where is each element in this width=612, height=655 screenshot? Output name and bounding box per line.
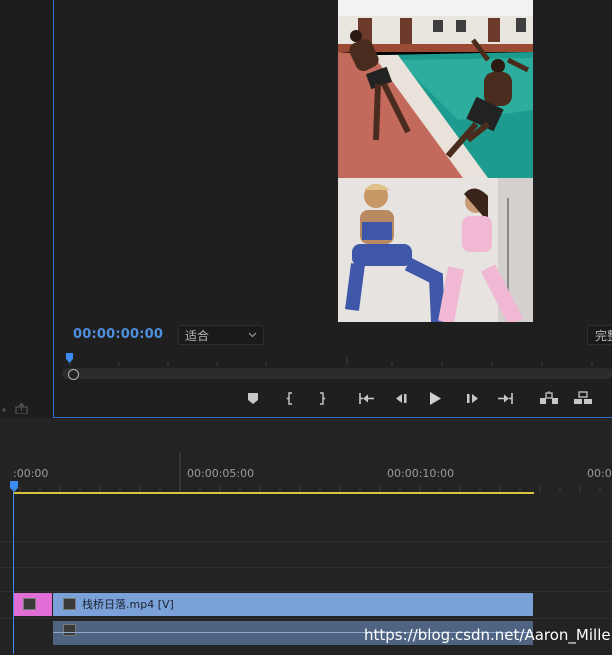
video-clip[interactable]: 栈桥日落.mp4 [V] xyxy=(53,593,533,616)
mark-out-button[interactable] xyxy=(313,389,331,407)
track-divider xyxy=(0,591,612,592)
track-divider xyxy=(0,541,612,542)
extract-button[interactable] xyxy=(573,389,593,407)
mark-out-icon xyxy=(320,391,326,405)
play-button[interactable] xyxy=(426,389,444,407)
fx-badge-icon xyxy=(63,598,76,610)
timeline-playhead-marker[interactable] xyxy=(10,481,18,492)
step-forward-button[interactable] xyxy=(463,389,481,407)
playhead-timecode[interactable]: 00:00:00:00 xyxy=(73,327,163,342)
export-frame-icon[interactable] xyxy=(14,402,28,414)
monitor-scrub-bar[interactable] xyxy=(62,368,612,379)
settings-icon[interactable] xyxy=(0,404,14,416)
add-marker-button[interactable] xyxy=(244,389,262,407)
adjustment-layer-clip[interactable] xyxy=(13,593,52,616)
watermark-text: https://blog.csdn.net/Aaron_Miller xyxy=(364,626,612,644)
lift-icon xyxy=(540,391,558,404)
zoom-fit-dropdown[interactable]: 适合 xyxy=(178,325,264,345)
go-to-out-icon xyxy=(498,392,513,404)
video-preview xyxy=(338,0,533,322)
project-panel-edge xyxy=(0,0,52,418)
fx-badge-icon xyxy=(63,624,76,636)
ruler-label-15s: 00:0 xyxy=(587,467,612,480)
play-icon xyxy=(430,391,441,405)
chevron-down-icon xyxy=(248,332,257,338)
video-frame-top-image xyxy=(338,0,533,178)
extract-icon xyxy=(574,391,592,404)
mark-in-button[interactable] xyxy=(281,389,299,407)
marker-icon xyxy=(248,392,258,404)
timeline-time-ruler[interactable] xyxy=(0,450,612,494)
mark-in-icon xyxy=(286,391,292,405)
go-to-out-button[interactable] xyxy=(496,389,514,407)
video-clip-title: 栈桥日落.mp4 [V] xyxy=(82,598,174,611)
monitor-time-ruler[interactable] xyxy=(62,352,612,366)
monitor-playhead-marker[interactable] xyxy=(66,353,73,363)
work-area-bar[interactable] xyxy=(13,492,534,494)
zoom-fit-label: 适合 xyxy=(185,329,210,343)
ruler-label-0: :00:00 xyxy=(13,467,49,480)
track-divider xyxy=(0,618,612,619)
monitor-scrub-knob[interactable] xyxy=(68,369,79,380)
step-back-button[interactable] xyxy=(392,389,410,407)
fx-badge-icon xyxy=(23,598,36,610)
step-forward-icon xyxy=(466,393,478,403)
video-frame-bottom-image xyxy=(338,178,533,322)
timeline-playhead-line[interactable] xyxy=(13,482,14,654)
lift-button[interactable] xyxy=(539,389,559,407)
ruler-label-10s: 00:00:10:00 xyxy=(387,467,455,480)
playback-resolution-dropdown[interactable]: 完整 xyxy=(587,325,612,345)
track-divider xyxy=(0,567,612,568)
step-back-icon xyxy=(395,393,406,403)
go-to-in-icon xyxy=(359,392,374,404)
playback-resolution-label: 完整 xyxy=(595,329,612,343)
go-to-in-button[interactable] xyxy=(358,389,376,407)
ruler-label-5s: 00:00:05:00 xyxy=(187,467,255,480)
